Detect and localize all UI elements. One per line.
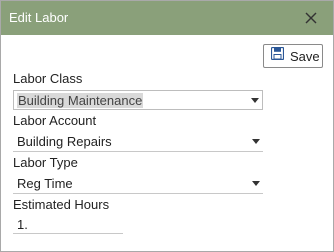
chevron-down-icon: [252, 139, 260, 144]
estimated-hours-label: Estimated Hours: [13, 197, 110, 212]
labor-account-select[interactable]: Building Repairs: [13, 132, 263, 152]
chevron-down-icon: [252, 181, 260, 186]
dialog-title: Edit Labor: [9, 10, 69, 25]
labor-type-label: Labor Type: [13, 155, 78, 170]
labor-account-label: Labor Account: [13, 113, 97, 128]
edit-labor-dialog: Edit Labor Save Labor Class Building Mai…: [0, 0, 334, 252]
dialog-titlebar: Edit Labor: [1, 1, 333, 35]
labor-class-select[interactable]: Building Maintenance: [13, 90, 263, 110]
floppy-disk-icon: [270, 46, 285, 65]
save-button-label: Save: [290, 48, 320, 64]
labor-type-select[interactable]: Reg Time: [13, 174, 263, 194]
save-button[interactable]: Save: [263, 44, 323, 68]
labor-class-label: Labor Class: [13, 71, 83, 86]
labor-account-value: Building Repairs: [17, 134, 112, 149]
estimated-hours-value: 1.: [17, 217, 28, 232]
chevron-down-icon: [251, 98, 259, 103]
estimated-hours-input[interactable]: 1.: [13, 216, 123, 234]
close-icon[interactable]: [299, 6, 323, 30]
labor-type-value: Reg Time: [17, 176, 73, 191]
labor-class-value: Building Maintenance: [17, 93, 144, 108]
